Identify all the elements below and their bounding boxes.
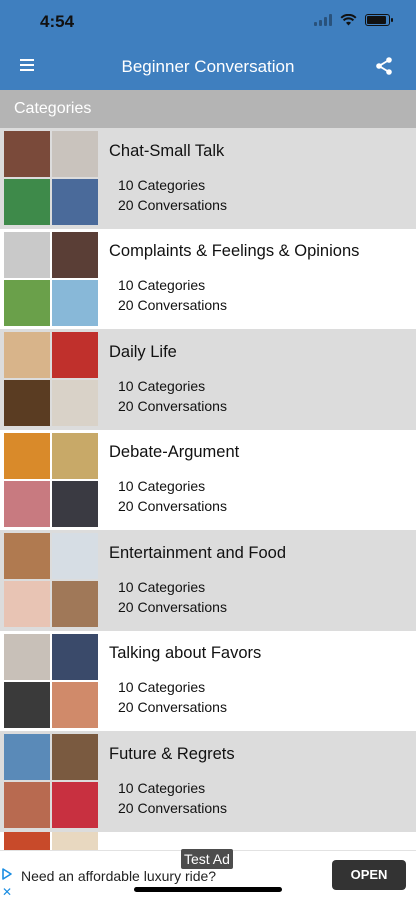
photo (4, 782, 50, 829)
photo (4, 533, 50, 580)
category-thumbnail (4, 633, 98, 728)
wifi-icon (340, 14, 357, 26)
photo (52, 533, 98, 580)
category-count: 10 Categories (118, 779, 206, 796)
photo (4, 432, 50, 479)
category-count: 10 Categories (118, 277, 206, 294)
photo (52, 734, 98, 781)
category-count: 10 Categories (118, 679, 206, 696)
category-count: 10 Categories (118, 478, 206, 495)
ad-choices-icon[interactable] (2, 868, 12, 880)
test-ad-label: Test Ad (181, 849, 233, 869)
category-count: 10 Categories (118, 578, 206, 595)
status-time: 4:54 (40, 12, 75, 31)
photo (52, 633, 98, 680)
ad-text: Need an affordable luxury ride? (21, 868, 217, 884)
category-count: 10 Categories (118, 176, 206, 193)
photo (52, 179, 98, 226)
category-thumbnail (4, 131, 98, 226)
conversation-count: 20 Conversations (118, 397, 227, 414)
category-row-future-regrets[interactable]: Future & Regrets 10 Categories 20 Conver… (0, 731, 416, 832)
photo (4, 131, 50, 178)
category-thumbnail (4, 734, 98, 829)
category-row-talking-about-favors[interactable]: Talking about Favors 10 Categories 20 Co… (0, 630, 416, 731)
conversation-count: 20 Conversations (118, 799, 227, 816)
photo (4, 633, 50, 680)
battery-icon (365, 14, 393, 26)
photo (52, 231, 98, 278)
photo (52, 432, 98, 479)
close-icon[interactable]: ✕ (2, 886, 12, 898)
conversation-count: 20 Conversations (118, 297, 227, 314)
photo (52, 131, 98, 178)
conversation-count: 20 Conversations (118, 498, 227, 515)
category-thumbnail (4, 231, 98, 326)
photo (52, 782, 98, 829)
photo (52, 681, 98, 728)
status-bar: 4:54 (0, 0, 416, 44)
share-icon[interactable] (374, 56, 394, 76)
category-title: Complaints & Feelings & Opinions (109, 242, 360, 261)
photo (52, 332, 98, 379)
category-row-entertainment-food[interactable]: Entertainment and Food 10 Categories 20 … (0, 530, 416, 631)
category-title: Entertainment and Food (109, 543, 287, 562)
category-title: Debate-Argument (109, 443, 240, 462)
category-thumbnail (4, 332, 98, 427)
cellular-signal-icon (314, 14, 332, 26)
category-row-debate-argument[interactable]: Debate-Argument 10 Categories 20 Convers… (0, 429, 416, 530)
category-count: 10 Categories (118, 377, 206, 394)
photo (52, 380, 98, 427)
photo (52, 831, 98, 852)
photo (4, 681, 50, 728)
category-thumbnail (4, 432, 98, 527)
photo (4, 734, 50, 781)
home-indicator (134, 887, 282, 892)
category-thumbnail (4, 533, 98, 628)
category-title: Daily Life (109, 342, 177, 361)
photo (4, 480, 50, 527)
navigation-bar: Beginner Conversation (0, 44, 416, 90)
photo (4, 231, 50, 278)
category-row-daily-life[interactable]: Daily Life 10 Categories 20 Conversation… (0, 329, 416, 430)
photo (52, 480, 98, 527)
category-row-chat-small-talk[interactable]: Chat-Small Talk 10 Categories 20 Convers… (0, 128, 416, 229)
category-title: Talking about Favors (109, 644, 262, 663)
category-thumbnail (4, 831, 98, 852)
section-header: Categories (0, 90, 416, 128)
category-title: Future & Regrets (109, 744, 235, 763)
photo (4, 831, 50, 852)
photo (4, 380, 50, 427)
photo (52, 279, 98, 326)
page-title: Beginner Conversation (121, 57, 295, 76)
open-button[interactable]: OPEN (332, 860, 406, 890)
ad-banner[interactable]: Test Ad ✕ Need an affordable luxury ride… (0, 849, 416, 900)
photo (4, 332, 50, 379)
photo (52, 581, 98, 628)
category-row-complaints[interactable]: Complaints & Feelings & Opinions 10 Cate… (0, 228, 416, 329)
category-list: Chat-Small Talk 10 Categories 20 Convers… (0, 128, 416, 852)
category-title: Chat-Small Talk (109, 141, 225, 160)
status-icons (314, 14, 393, 26)
conversation-count: 20 Conversations (118, 196, 227, 213)
photo (4, 581, 50, 628)
photo (4, 279, 50, 326)
conversation-count: 20 Conversations (118, 598, 227, 615)
photo (4, 179, 50, 226)
conversation-count: 20 Conversations (118, 699, 227, 716)
